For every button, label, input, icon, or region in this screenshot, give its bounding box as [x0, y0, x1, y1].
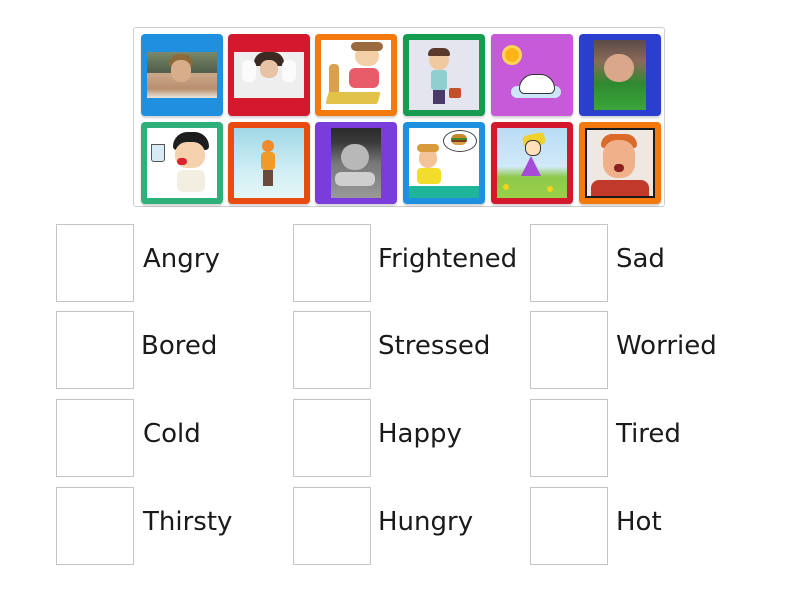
cold-girl-cartoon — [234, 128, 304, 198]
young-man-photo — [147, 52, 217, 98]
frightened-boy-photo — [585, 128, 655, 198]
target-label-thirsty: Thirsty — [143, 507, 233, 537]
target-label-happy: Happy — [378, 419, 462, 449]
tile-cartoon-cold-girl[interactable] — [228, 122, 310, 204]
thirsty-boy-cartoon — [147, 128, 217, 198]
hungry-boy-burger-cartoon — [409, 128, 479, 198]
woman-hands-in-hair-photo — [234, 52, 304, 98]
target-label-hungry: Hungry — [378, 507, 474, 537]
target-label-stressed: Stressed — [378, 331, 491, 361]
drop-slot-frightened[interactable] — [293, 224, 371, 302]
target-label-hot: Hot — [616, 507, 662, 537]
drop-slot-cold[interactable] — [56, 399, 134, 477]
drop-slot-hot[interactable] — [530, 487, 608, 565]
tile-cartoon-snoopy-sun[interactable] — [491, 34, 573, 116]
tile-cartoon-hungry-boy[interactable] — [403, 122, 485, 204]
target-label-tired: Tired — [616, 419, 681, 449]
bored-boy-reading-cartoon — [321, 40, 391, 110]
tile-photo-frightened-boy[interactable] — [579, 122, 661, 204]
target-label-bored: Bored — [141, 331, 218, 361]
drop-slot-tired[interactable] — [530, 399, 608, 477]
hot-dog-under-sun-cartoon — [491, 34, 573, 116]
tile-cartoon-man-with-briefcase[interactable] — [403, 34, 485, 116]
drop-slot-stressed[interactable] — [293, 311, 371, 389]
sad-baby-bw-photo — [331, 128, 381, 198]
tile-photo-young-man[interactable] — [141, 34, 223, 116]
grumpy-baby-photo — [594, 40, 646, 110]
happy-girl-drawing — [497, 128, 567, 198]
tile-drawing-happy-girl[interactable] — [491, 122, 573, 204]
tile-cartoon-boy-bored-reading[interactable] — [315, 34, 397, 116]
target-label-frightened: Frightened — [378, 244, 518, 274]
tile-cartoon-thirsty-boy[interactable] — [141, 122, 223, 204]
target-label-sad: Sad — [616, 244, 665, 274]
target-label-cold: Cold — [143, 419, 201, 449]
target-label-worried: Worried — [616, 331, 717, 361]
tile-photo-grumpy-baby[interactable] — [579, 34, 661, 116]
target-label-angry: Angry — [143, 244, 220, 274]
drop-slot-happy[interactable] — [293, 399, 371, 477]
drop-slot-thirsty[interactable] — [56, 487, 134, 565]
drop-slot-bored[interactable] — [56, 311, 134, 389]
drop-slot-worried[interactable] — [530, 311, 608, 389]
tile-photo-sad-baby[interactable] — [315, 122, 397, 204]
tile-photo-woman-hands-in-hair[interactable] — [228, 34, 310, 116]
drop-slot-sad[interactable] — [530, 224, 608, 302]
drop-slot-angry[interactable] — [56, 224, 134, 302]
drop-slot-hungry[interactable] — [293, 487, 371, 565]
tired-man-briefcase-cartoon — [409, 40, 479, 110]
